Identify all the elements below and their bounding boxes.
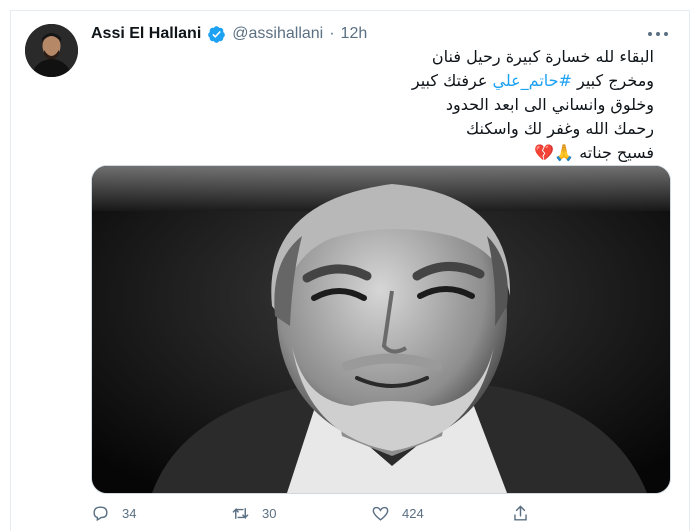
reply-button[interactable]: 34 (91, 504, 231, 523)
retweet-count: 30 (262, 506, 277, 521)
avatar-image (25, 24, 78, 77)
tweet-line: فسيح جناته 🙏💔 (534, 143, 654, 162)
hashtag-link[interactable]: #حاتم_علي (492, 71, 571, 90)
like-count: 424 (402, 506, 424, 521)
verified-badge-icon (208, 25, 226, 43)
retweet-icon (232, 507, 249, 520)
author-handle[interactable]: @assihallani (232, 24, 323, 44)
tweet-time[interactable]: 12h (341, 24, 368, 44)
reply-count: 34 (122, 506, 137, 521)
author-name[interactable]: Assi El Hallani (91, 24, 201, 44)
tweet-line: البقاء لله خسارة كبيرة رحيل فنان (431, 47, 654, 66)
like-button[interactable]: 424 (371, 504, 511, 523)
tweet-line: رحمك الله وغفر لك واسكنك (466, 119, 654, 138)
tweet-header: Assi El Hallani @assihallani · 12h (91, 24, 367, 44)
portrait-photo (92, 166, 670, 493)
tweet-text: البقاء لله خسارة كبيرة رحيل فنان ومخرج ك… (134, 45, 654, 165)
reply-icon (93, 506, 108, 522)
more-icon[interactable] (646, 28, 670, 40)
avatar[interactable] (25, 24, 78, 77)
tweet-photo[interactable] (91, 165, 671, 494)
tweet-actions: 34 30 424 (91, 504, 651, 523)
retweet-button[interactable]: 30 (231, 504, 371, 523)
heart-icon (372, 506, 389, 521)
share-button[interactable] (511, 504, 651, 523)
separator-dot: · (329, 25, 335, 42)
share-icon (514, 505, 527, 521)
tweet-line: وخلوق وانساني الى ابعد الحدود (445, 95, 654, 114)
tweet-line: ومخرج كبير #حاتم_علي عرفتك كبير (411, 71, 654, 90)
